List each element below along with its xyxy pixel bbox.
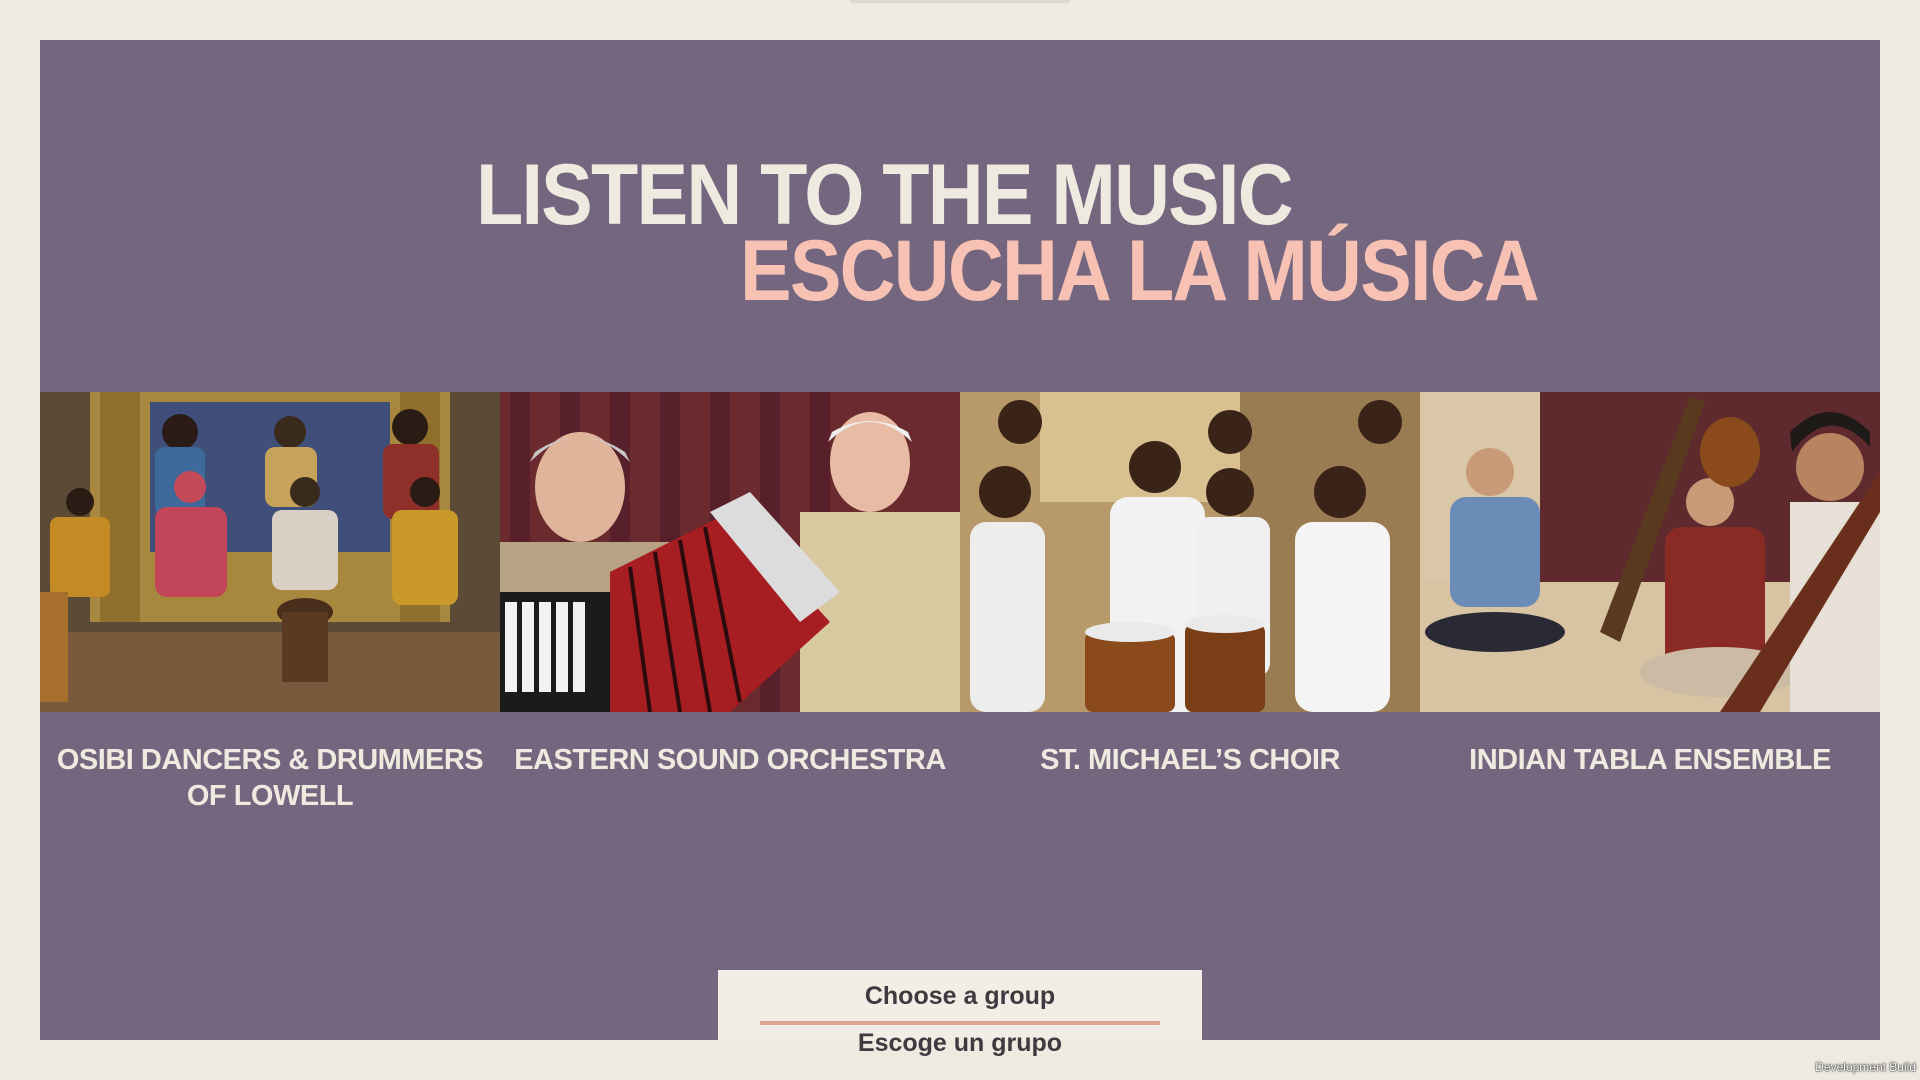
choose-group-label-english: Choose a group <box>864 982 1056 1010</box>
group-name-osibi-dancers[interactable]: OSIBI DANCERS & DRUMMERS OF LOWELL <box>50 742 490 814</box>
choose-group-label-spanish: Escoge un grupo <box>857 1029 1063 1057</box>
group-list: OSIBI DANCERS & DRUMMERS OF LOWELL EASTE… <box>40 392 1880 862</box>
drummers-photo[interactable] <box>40 392 500 712</box>
group-card-osibi-dancers[interactable]: OSIBI DANCERS & DRUMMERS OF LOWELL <box>40 392 500 862</box>
chooser-divider <box>760 1021 1160 1025</box>
sitar-photo[interactable] <box>1420 392 1880 712</box>
choose-group-button[interactable]: Choose a group Escoge un grupo <box>718 970 1202 1057</box>
top-handle <box>850 0 1070 3</box>
accordion-photo[interactable] <box>500 392 960 712</box>
development-build-label: Development Build <box>1815 1060 1916 1074</box>
group-card-st-michaels-choir[interactable]: ST. MICHAEL’S CHOIR <box>960 392 1420 862</box>
group-card-indian-tabla-ensemble[interactable]: INDIAN TABLA ENSEMBLE <box>1420 392 1880 862</box>
group-name-eastern-sound-orchestra[interactable]: EASTERN SOUND ORCHESTRA <box>510 742 950 778</box>
group-name-st-michaels-choir[interactable]: ST. MICHAEL’S CHOIR <box>970 742 1410 778</box>
group-card-eastern-sound-orchestra[interactable]: EASTERN SOUND ORCHESTRA <box>500 392 960 862</box>
page-title-spanish: ESCUCHA LA MÚSICA <box>740 223 1540 319</box>
choir-photo[interactable] <box>960 392 1420 712</box>
group-name-indian-tabla-ensemble[interactable]: INDIAN TABLA ENSEMBLE <box>1430 742 1870 778</box>
music-panel: LISTEN TO THE MUSIC ESCUCHA LA MÚSICA OS… <box>40 40 1880 1040</box>
